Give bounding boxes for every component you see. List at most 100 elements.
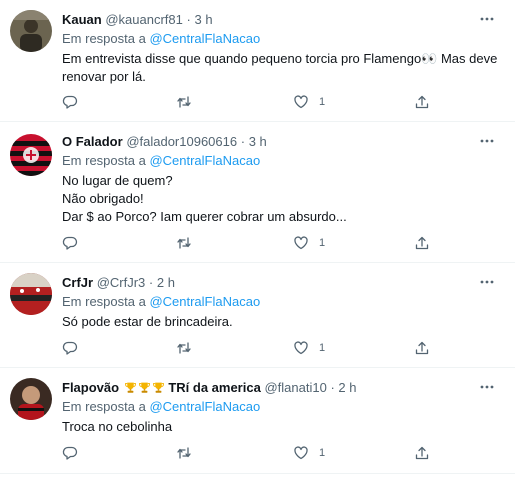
tweet-text-line: Só pode estar de brincadeira. xyxy=(62,314,233,329)
like-count: 1 xyxy=(319,342,326,354)
timestamp[interactable]: 2 h xyxy=(157,275,175,290)
action-bar: 1 xyxy=(62,339,442,357)
avatar[interactable] xyxy=(10,10,52,52)
handle[interactable]: @falador10960616 xyxy=(126,134,237,149)
reply-icon xyxy=(62,446,78,460)
share-icon xyxy=(415,446,429,460)
share-button[interactable] xyxy=(414,339,430,357)
like-button[interactable]: 1 xyxy=(293,339,325,357)
handle[interactable]: @kauancrf81 xyxy=(105,12,183,27)
reply-button[interactable] xyxy=(62,339,78,357)
action-bar: 1 xyxy=(62,93,442,111)
replying-prefix: Em resposta a xyxy=(62,31,150,46)
share-icon xyxy=(415,95,429,109)
separator-dot: · xyxy=(240,134,246,149)
replying-to: Em resposta a @CentralFlaNacao xyxy=(62,399,260,415)
reply-icon xyxy=(62,95,78,109)
retweet-icon xyxy=(177,96,191,108)
mention-link[interactable]: @CentralFlaNacao xyxy=(149,153,260,168)
more-options-button[interactable] xyxy=(479,379,495,395)
reply-icon xyxy=(62,236,78,250)
reply-button[interactable] xyxy=(62,93,78,111)
separator-dot: · xyxy=(186,12,191,27)
separator-dot: · xyxy=(148,275,154,290)
display-name[interactable]: CrfJr xyxy=(62,275,93,290)
heart-icon xyxy=(294,95,308,109)
tweet-text: Troca no cebolinha xyxy=(62,418,482,436)
tweet-text: Em entrevista disse que quando pequeno t… xyxy=(62,50,498,86)
action-bar: 1 xyxy=(62,234,442,252)
mention-link[interactable]: @CentralFlaNacao xyxy=(149,31,260,46)
more-options-button[interactable] xyxy=(479,11,495,27)
tweet-text-line: Dar $ ao Porco? Iam querer cobrar um abs… xyxy=(62,209,347,224)
heart-icon xyxy=(294,236,308,250)
retweet-icon xyxy=(177,447,191,459)
replying-prefix: Em resposta a xyxy=(62,399,150,414)
like-count: 1 xyxy=(319,237,326,249)
avatar[interactable] xyxy=(10,273,52,315)
tweet-header: Kauan @kauancrf81 · 3 h xyxy=(62,12,475,28)
mention-link[interactable]: @CentralFlaNacao xyxy=(149,294,260,309)
separator-dot: · xyxy=(330,380,335,395)
tweet-text: No lugar de quem? Não obrigado! Dar $ ao… xyxy=(62,172,482,226)
tweet-text-line: renovar por lá. xyxy=(62,69,146,84)
share-icon xyxy=(415,236,429,250)
heart-icon xyxy=(294,446,308,460)
display-name[interactable]: Kauan xyxy=(62,12,102,27)
tweet-header: Flapovão TRí da america @flanati10 · 2 h xyxy=(62,380,475,396)
replying-prefix: Em resposta a xyxy=(62,294,150,309)
mention-link[interactable]: @CentralFlaNacao xyxy=(149,399,260,414)
tweet-3[interactable]: CrfJr @CrfJr3 · 2 h Em resposta a @Centr… xyxy=(0,263,515,368)
trophy-icon xyxy=(138,382,150,393)
replying-prefix: Em resposta a xyxy=(62,153,150,168)
retweet-button[interactable] xyxy=(176,234,192,252)
avatar[interactable] xyxy=(10,134,52,176)
avatar[interactable] xyxy=(10,378,52,420)
like-button[interactable]: 1 xyxy=(293,234,325,252)
share-icon xyxy=(415,341,429,355)
tweet-1[interactable]: Kauan @kauancrf81 · 3 h Em resposta a @C… xyxy=(0,0,515,122)
retweet-icon xyxy=(177,237,191,249)
timestamp[interactable]: 3 h xyxy=(194,12,212,27)
more-dots-icon xyxy=(480,17,494,21)
reply-button[interactable] xyxy=(62,444,78,462)
action-bar: 1 xyxy=(62,444,442,462)
reply-button[interactable] xyxy=(62,234,78,252)
more-options-button[interactable] xyxy=(479,133,495,149)
retweet-button[interactable] xyxy=(176,339,192,357)
more-options-button[interactable] xyxy=(479,274,495,290)
replying-to: Em resposta a @CentralFlaNacao xyxy=(62,294,260,310)
like-button[interactable]: 1 xyxy=(293,444,325,462)
display-name[interactable]: O Falador xyxy=(62,134,123,149)
handle[interactable]: @flanati10 xyxy=(264,380,326,395)
share-button[interactable] xyxy=(414,234,430,252)
like-count: 1 xyxy=(319,96,326,108)
more-dots-icon xyxy=(480,385,494,389)
like-button[interactable]: 1 xyxy=(293,93,325,111)
tweet-text-line: Não obrigado! xyxy=(62,191,144,206)
retweet-button[interactable] xyxy=(176,93,192,111)
tweet-text: Só pode estar de brincadeira. xyxy=(62,313,482,331)
replying-to: Em resposta a @CentralFlaNacao xyxy=(62,31,260,47)
tweet-2[interactable]: O Falador @falador10960616 · 3 h Em resp… xyxy=(0,122,515,263)
replying-to: Em resposta a @CentralFlaNacao xyxy=(62,153,260,169)
share-button[interactable] xyxy=(414,444,430,462)
reply-icon xyxy=(62,341,78,355)
more-dots-icon xyxy=(480,280,494,284)
tweet-text-line: No lugar de quem? xyxy=(62,173,173,188)
handle[interactable]: @CrfJr3 xyxy=(97,275,146,290)
display-name[interactable]: Flapovão xyxy=(62,380,119,395)
timestamp[interactable]: 2 h xyxy=(338,380,356,395)
retweet-icon xyxy=(177,342,191,354)
timestamp[interactable]: 3 h xyxy=(249,134,267,149)
trophy-icon xyxy=(124,382,136,393)
more-dots-icon xyxy=(480,139,494,143)
tweet-text-line: Em entrevista disse que quando pequeno t… xyxy=(62,51,498,66)
retweet-button[interactable] xyxy=(176,444,192,462)
display-name-suffix[interactable]: TRí da america xyxy=(168,380,261,395)
share-button[interactable] xyxy=(414,93,430,111)
like-count: 1 xyxy=(319,447,326,459)
tweet-4[interactable]: Flapovão TRí da america @flanati10 · 2 h… xyxy=(0,368,515,474)
tweet-text-line: Troca no cebolinha xyxy=(62,419,173,434)
heart-icon xyxy=(294,341,308,355)
